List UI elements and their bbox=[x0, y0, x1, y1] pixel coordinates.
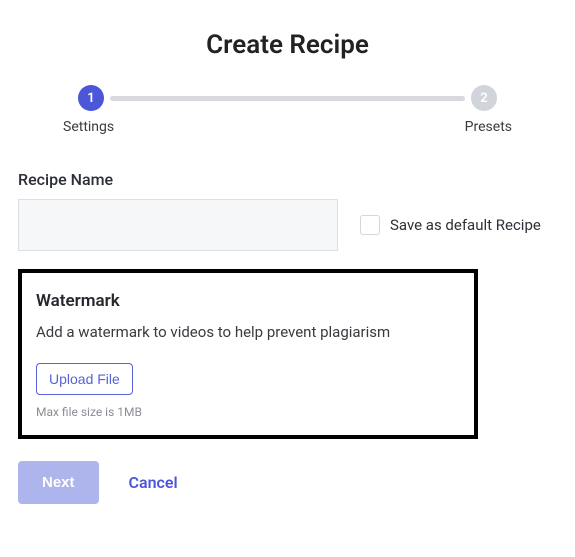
step-2-label: Presets bbox=[465, 119, 512, 135]
watermark-section: Watermark Add a watermark to videos to h… bbox=[18, 269, 478, 439]
page-title: Create Recipe bbox=[18, 30, 557, 60]
step-labels: Settings Presets bbox=[18, 119, 557, 135]
save-default-checkbox[interactable] bbox=[360, 215, 380, 235]
next-button[interactable]: Next bbox=[18, 461, 99, 504]
watermark-note: Max file size is 1MB bbox=[36, 405, 460, 419]
stepper: 1 2 bbox=[18, 85, 557, 111]
step-line bbox=[110, 96, 465, 101]
recipe-name-input[interactable] bbox=[18, 199, 338, 251]
recipe-name-label: Recipe Name bbox=[18, 170, 557, 189]
save-default-label: Save as default Recipe bbox=[390, 216, 541, 234]
watermark-description: Add a watermark to videos to help preven… bbox=[36, 323, 460, 341]
step-1-circle: 1 bbox=[78, 85, 104, 111]
action-row: Next Cancel bbox=[18, 461, 557, 504]
upload-file-button[interactable]: Upload File bbox=[36, 363, 133, 395]
step-2-circle: 2 bbox=[471, 85, 497, 111]
cancel-button[interactable]: Cancel bbox=[129, 473, 178, 492]
step-1-label: Settings bbox=[63, 119, 114, 135]
watermark-title: Watermark bbox=[36, 291, 460, 311]
